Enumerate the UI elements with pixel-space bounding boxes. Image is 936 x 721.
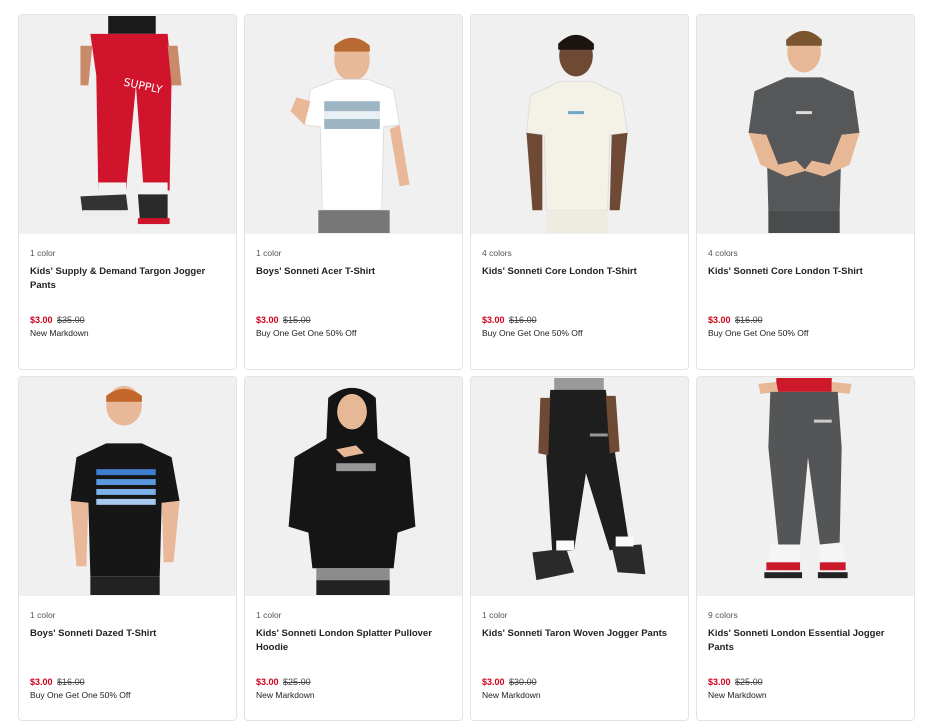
original-price: $35.00 — [57, 315, 85, 325]
price-group: $3.00 $30.00 — [482, 677, 677, 689]
product-card[interactable]: 1 color Boys' Sonneti Dazed T-Shirt $3.0… — [18, 376, 237, 721]
color-count: 1 color — [30, 248, 56, 258]
promo-badge: Buy One Get One 50% Off — [708, 328, 809, 338]
sale-price: $3.00 — [708, 315, 731, 325]
price-group: $3.00 $35.00 — [30, 315, 225, 327]
price-group: $3.00 $16.00 — [30, 677, 225, 689]
color-count: 1 color — [256, 248, 282, 258]
promo-badge: New Markdown — [30, 328, 89, 338]
product-title[interactable]: Boys' Sonneti Dazed T-Shirt — [30, 627, 225, 667]
sale-price: $3.00 — [256, 315, 279, 325]
product-image[interactable] — [19, 377, 236, 596]
product-title[interactable]: Kids' Sonneti Taron Woven Jogger Pants — [482, 627, 677, 667]
sale-price: $3.00 — [482, 315, 505, 325]
product-image[interactable] — [245, 15, 462, 234]
product-card[interactable]: 1 color Kids' Sonneti Taron Woven Jogger… — [470, 376, 689, 721]
product-title[interactable]: Kids' Sonneti London Essential Jogger Pa… — [708, 627, 903, 667]
promo-badge: New Markdown — [708, 690, 767, 700]
product-image[interactable] — [697, 377, 914, 596]
price-group: $3.00 $16.00 — [708, 315, 903, 327]
price-group: $3.00 $25.00 — [256, 677, 451, 689]
product-title[interactable]: Kids' Supply & Demand Targon Jogger Pant… — [30, 265, 225, 305]
original-price: $15.00 — [283, 315, 311, 325]
sale-price: $3.00 — [30, 677, 53, 687]
product-title[interactable]: Kids' Sonneti London Splatter Pullover H… — [256, 627, 451, 667]
product-image[interactable] — [697, 15, 914, 234]
product-image[interactable] — [471, 15, 688, 234]
sale-price: $3.00 — [30, 315, 53, 325]
product-title[interactable]: Kids' Sonneti Core London T-Shirt — [482, 265, 677, 305]
promo-badge: Buy One Get One 50% Off — [30, 690, 131, 700]
color-count: 1 color — [30, 610, 56, 620]
promo-badge: New Markdown — [482, 690, 541, 700]
original-price: $25.00 — [735, 677, 763, 687]
sale-price: $3.00 — [256, 677, 279, 687]
color-count: 9 colors — [708, 610, 738, 620]
original-price: $30.00 — [509, 677, 537, 687]
promo-badge: Buy One Get One 50% Off — [256, 328, 357, 338]
color-count: 1 color — [256, 610, 282, 620]
product-card[interactable]: 1 color Kids' Sonneti London Splatter Pu… — [244, 376, 463, 721]
product-title[interactable]: Boys' Sonneti Acer T-Shirt — [256, 265, 451, 305]
color-count: 4 colors — [482, 248, 512, 258]
original-price: $16.00 — [57, 677, 85, 687]
product-grid: SUPPLY 1 color Kids' Supply & Demand Tar… — [0, 0, 936, 721]
original-price: $25.00 — [283, 677, 311, 687]
product-image[interactable]: SUPPLY — [19, 15, 236, 234]
sale-price: $3.00 — [708, 677, 731, 687]
original-price: $16.00 — [735, 315, 763, 325]
product-card[interactable]: 1 color Boys' Sonneti Acer T-Shirt $3.00… — [244, 14, 463, 370]
color-count: 1 color — [482, 610, 508, 620]
promo-badge: Buy One Get One 50% Off — [482, 328, 583, 338]
price-group: $3.00 $25.00 — [708, 677, 903, 689]
promo-badge: New Markdown — [256, 690, 315, 700]
product-card[interactable]: 4 colors Kids' Sonneti Core London T-Shi… — [696, 14, 915, 370]
original-price: $16.00 — [509, 315, 537, 325]
price-group: $3.00 $16.00 — [482, 315, 677, 327]
product-image[interactable] — [471, 377, 688, 596]
sale-price: $3.00 — [482, 677, 505, 687]
product-title[interactable]: Kids' Sonneti Core London T-Shirt — [708, 265, 903, 305]
product-card[interactable]: SUPPLY 1 color Kids' Supply & Demand Tar… — [18, 14, 237, 370]
price-group: $3.00 $15.00 — [256, 315, 451, 327]
product-card[interactable]: 4 colors Kids' Sonneti Core London T-Shi… — [470, 14, 689, 370]
color-count: 4 colors — [708, 248, 738, 258]
product-card[interactable]: 9 colors Kids' Sonneti London Essential … — [696, 376, 915, 721]
product-image[interactable] — [245, 377, 462, 596]
